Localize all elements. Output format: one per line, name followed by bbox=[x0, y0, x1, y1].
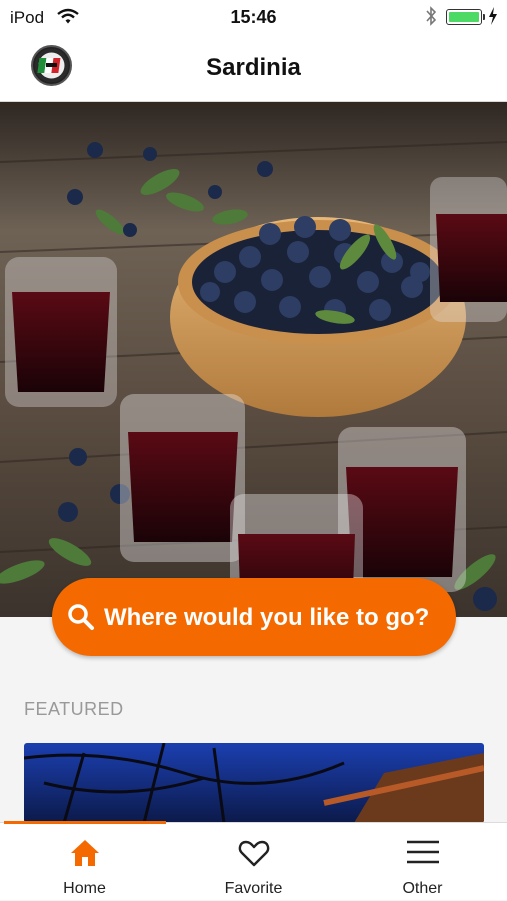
hero-image bbox=[0, 102, 507, 617]
status-bar: iPod 15:46 bbox=[0, 0, 507, 34]
tab-favorite-label: Favorite bbox=[224, 880, 283, 897]
battery-tip bbox=[483, 14, 485, 20]
menu-icon bbox=[407, 840, 439, 864]
tab-other[interactable]: Other bbox=[338, 823, 507, 901]
search-button[interactable]: Where would you like to go? bbox=[52, 578, 456, 656]
search-label: Where would you like to go? bbox=[104, 604, 430, 631]
tab-favorite[interactable]: Favorite bbox=[169, 823, 338, 901]
home-icon bbox=[71, 840, 99, 866]
nav-bar: Sardinia bbox=[0, 34, 507, 102]
heart-icon bbox=[238, 840, 270, 867]
tab-home[interactable]: Home bbox=[0, 823, 169, 901]
battery-icon bbox=[446, 9, 482, 25]
featured-card[interactable] bbox=[24, 743, 484, 823]
tab-home-label: Home bbox=[63, 880, 106, 897]
charging-icon bbox=[489, 7, 497, 25]
featured-heading: FEATURED bbox=[24, 699, 124, 719]
tab-other-label: Other bbox=[402, 880, 443, 897]
search-icon bbox=[68, 604, 94, 630]
page-title: Sardinia bbox=[206, 54, 301, 81]
tab-bar: Home Favorite Other bbox=[0, 821, 507, 901]
bluetooth-icon bbox=[426, 6, 437, 26]
